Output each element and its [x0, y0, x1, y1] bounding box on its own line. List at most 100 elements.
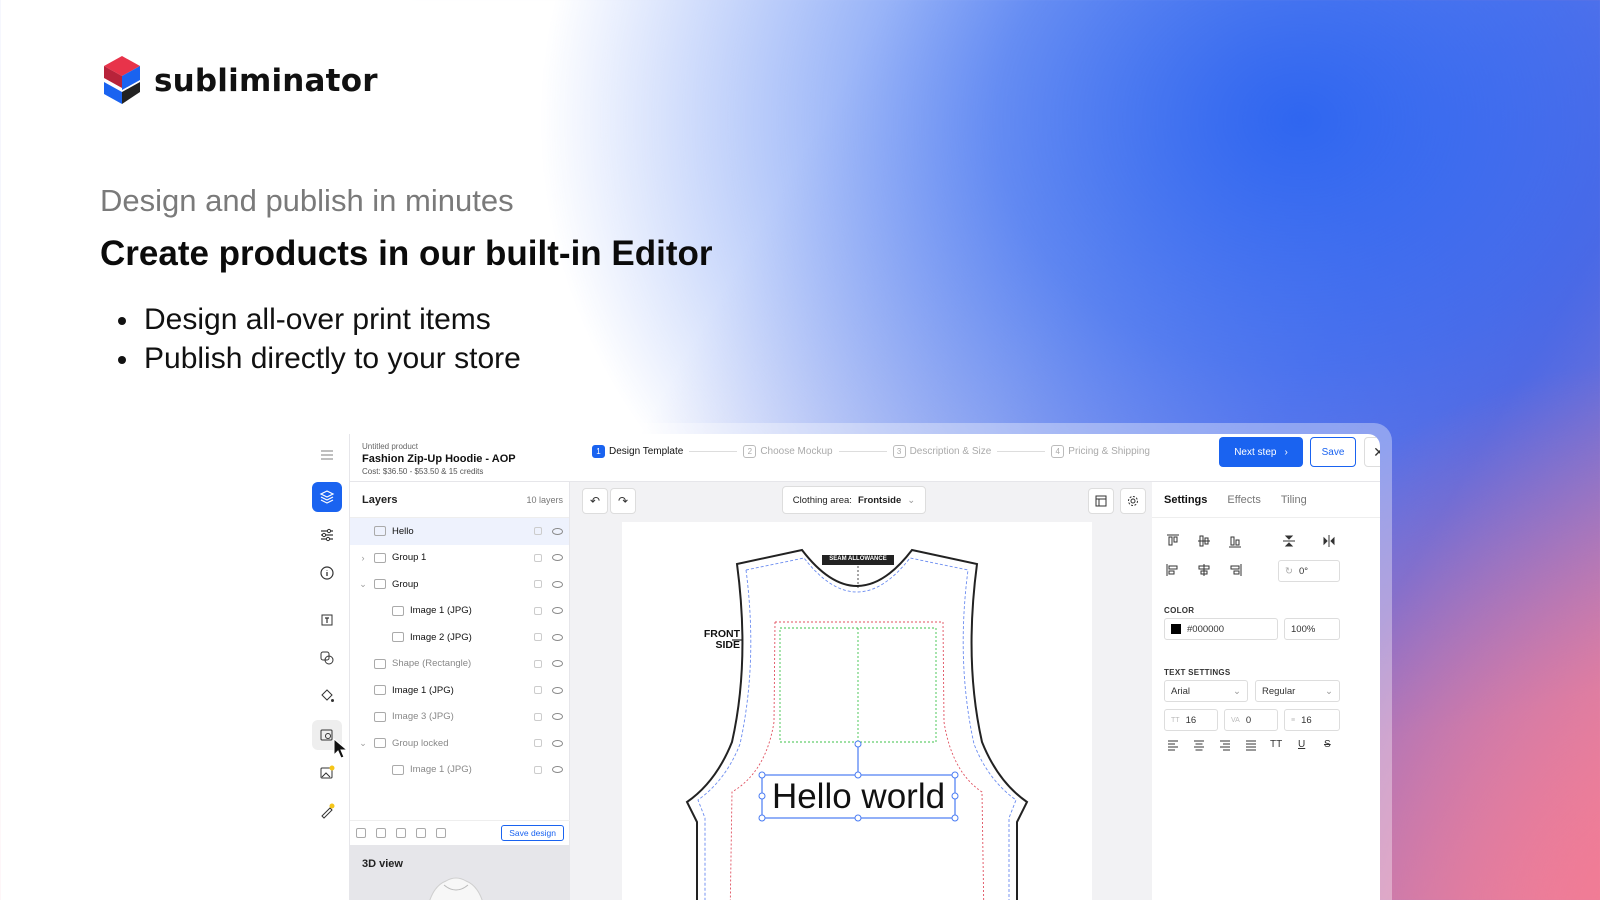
lock-icon[interactable] [534, 606, 542, 615]
layer-label: Image 2 (JPG) [410, 631, 472, 643]
layer-row[interactable]: Image 3 (JPG) [350, 704, 569, 731]
uppercase-icon[interactable]: TT [1270, 739, 1282, 750]
lock-icon[interactable] [534, 686, 542, 695]
text-align-left-icon[interactable] [1166, 738, 1180, 752]
refresh-icon[interactable] [416, 827, 426, 838]
lock-icon[interactable] [534, 527, 542, 536]
align-middle-icon[interactable] [1197, 534, 1211, 548]
ai-edit-icon[interactable] [312, 796, 342, 826]
lock-icon[interactable] [534, 739, 542, 748]
opacity-field[interactable]: 100% [1284, 618, 1340, 640]
clothing-area-select[interactable]: Clothing area: Frontside ⌄ [782, 486, 926, 514]
layer-row[interactable]: Image 1 (JPG) [350, 757, 569, 784]
step-description-size[interactable]: 3 Description & Size [892, 444, 991, 458]
settings-panel: Settings Effects Tiling ↻ 0° COLOR #0000… [1152, 482, 1380, 900]
layer-row[interactable]: Image 1 (JPG) [350, 598, 569, 625]
underline-icon[interactable]: U [1298, 739, 1305, 750]
front-side-label: FRONT SIDE [703, 628, 740, 651]
font-size-field[interactable]: TT 16 [1164, 709, 1218, 731]
chevron-down-icon: ⌄ [1233, 685, 1241, 697]
align-right-icon[interactable] [1228, 563, 1242, 577]
align-left-icon[interactable] [1166, 563, 1180, 577]
layer-row[interactable]: ⌄ Group locked [350, 730, 569, 757]
ai-image-icon[interactable] [312, 758, 342, 788]
folder-icon[interactable] [376, 827, 386, 838]
next-step-button[interactable]: Next step › [1219, 437, 1303, 467]
eye-icon[interactable] [552, 527, 563, 535]
layer-row[interactable]: Hello [350, 518, 569, 545]
layer-row[interactable]: Shape (Rectangle) [350, 651, 569, 678]
eye-icon[interactable] [552, 633, 563, 641]
layer-row[interactable]: Image 1 (JPG) [350, 677, 569, 704]
lock-icon[interactable] [534, 712, 542, 721]
step-pricing-shipping[interactable]: 4 Pricing & Shipping [1051, 444, 1150, 458]
eye-icon[interactable] [552, 739, 563, 747]
shapes-icon[interactable] [312, 643, 342, 673]
eye-icon[interactable] [552, 713, 563, 721]
step-choose-mockup[interactable]: 2 Choose Mockup [743, 444, 833, 458]
layer-row[interactable]: ⌄ Group [350, 571, 569, 598]
eye-icon[interactable] [552, 607, 563, 615]
align-top-icon[interactable] [1166, 534, 1180, 548]
color-field[interactable]: #000000 [1164, 618, 1278, 640]
lock-icon[interactable] [534, 659, 542, 668]
rotation-value: 0° [1298, 565, 1309, 577]
line-height-icon: ≡ [1291, 716, 1296, 724]
layer-row[interactable]: Image 2 (JPG) [350, 624, 569, 651]
gear-icon[interactable] [1120, 488, 1146, 514]
tab-tiling[interactable]: Tiling [1281, 494, 1307, 506]
area-label: Clothing area: [792, 494, 852, 506]
flip-horizontal-icon[interactable] [1322, 534, 1336, 548]
layer-row[interactable]: › Group 1 [350, 545, 569, 572]
eye-icon[interactable] [552, 686, 563, 694]
save-design-button[interactable]: Save design [501, 824, 564, 841]
fill-icon[interactable] [312, 681, 342, 711]
chevron-icon[interactable]: ⌄ [358, 579, 368, 590]
select-all-icon[interactable] [356, 827, 366, 838]
font-family-select[interactable]: Arial ⌄ [1164, 680, 1248, 702]
align-bottom-icon[interactable] [1228, 534, 1242, 548]
chevron-icon[interactable]: ⌄ [358, 738, 368, 749]
text-icon[interactable] [312, 605, 342, 635]
eye-icon[interactable] [552, 660, 563, 668]
duplicate-icon[interactable] [396, 827, 406, 838]
step-design-template[interactable]: 1 Design Template [592, 444, 683, 458]
redo-icon[interactable]: ↷ [610, 488, 636, 514]
tab-effects[interactable]: Effects [1227, 494, 1260, 506]
eye-icon[interactable] [552, 766, 563, 774]
lock-icon[interactable] [534, 553, 542, 562]
trash-icon[interactable] [436, 827, 446, 838]
save-button[interactable]: Save [1310, 437, 1356, 467]
text-align-center-icon[interactable] [1192, 738, 1206, 752]
sliders-icon[interactable] [312, 520, 342, 550]
lock-icon[interactable] [534, 765, 542, 774]
layer-label: Group [392, 578, 419, 590]
garment-template [685, 548, 1029, 900]
lock-icon[interactable] [534, 633, 542, 642]
eye-icon[interactable] [552, 580, 563, 588]
lock-icon[interactable] [534, 580, 542, 589]
hero-subhead: Design and publish in minutes [100, 183, 514, 218]
text-align-right-icon[interactable] [1218, 738, 1232, 752]
strikethrough-icon[interactable]: S [1324, 739, 1331, 750]
undo-icon[interactable]: ↶ [582, 488, 608, 514]
product-title[interactable]: Fashion Zip-Up Hoodie - AOP [362, 453, 516, 465]
info-icon[interactable] [312, 558, 342, 588]
layers-icon[interactable] [312, 482, 342, 512]
close-icon[interactable]: ✕ [1364, 437, 1380, 467]
align-center-icon[interactable] [1197, 563, 1211, 577]
layers-toolbar: Save design [350, 820, 570, 844]
flip-vertical-icon[interactable] [1282, 534, 1296, 548]
rotation-field[interactable]: ↻ 0° [1278, 560, 1340, 582]
eye-icon[interactable] [552, 554, 563, 562]
font-weight-select[interactable]: Regular ⌄ [1255, 680, 1340, 702]
color-swatch[interactable] [1171, 624, 1181, 634]
menu-icon[interactable] [312, 440, 342, 470]
template-icon[interactable] [1088, 488, 1114, 514]
line-height-field[interactable]: ≡ 16 [1284, 709, 1340, 731]
text-justify-icon[interactable] [1244, 738, 1258, 752]
tab-settings[interactable]: Settings [1164, 494, 1207, 506]
letter-spacing-field[interactable]: VA 0 [1224, 709, 1278, 731]
chevron-icon[interactable]: › [358, 553, 368, 563]
text-layer-hello[interactable]: Hello world [762, 775, 955, 818]
